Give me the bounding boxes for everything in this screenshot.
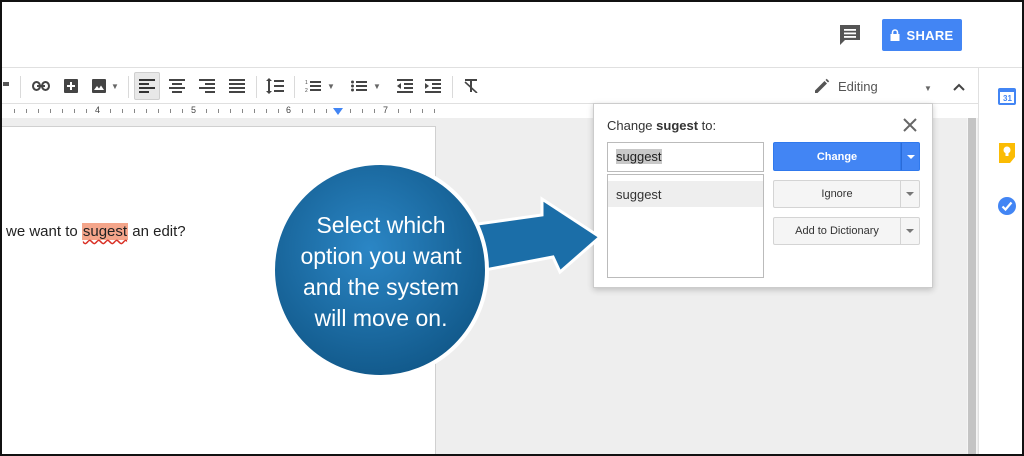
ruler-number: 7 — [383, 105, 389, 115]
ruler-number: 4 — [95, 105, 101, 115]
suggestion-item[interactable]: suggest — [608, 181, 763, 207]
increase-indent-icon[interactable] — [420, 72, 446, 100]
callout-text: Select which option you want and the sys… — [274, 210, 488, 334]
callout-line: and the system — [303, 274, 459, 300]
chevron-down-icon: ▼ — [373, 81, 381, 91]
title-prefix: Change — [607, 118, 657, 133]
callout-line: Select which — [316, 212, 446, 238]
share-button[interactable]: SHARE — [882, 19, 962, 51]
replacement-input-value: suggest — [616, 149, 662, 164]
paint-format-icon[interactable] — [2, 72, 12, 100]
change-options-button[interactable] — [901, 142, 920, 171]
callout-line: will move on. — [314, 305, 448, 331]
suggestion-list: suggest — [607, 174, 764, 278]
document-text[interactable]: we want to sugest an edit? — [6, 223, 186, 240]
comment-icon[interactable] — [838, 24, 862, 46]
pencil-icon — [815, 78, 830, 93]
callout-line: option you want — [300, 243, 462, 269]
numbered-list-button[interactable]: 12 ▼ — [300, 72, 340, 100]
chevron-down-icon: ▼ — [327, 81, 335, 91]
insert-image-button[interactable]: ▼ — [88, 72, 122, 100]
dictionary-options-button[interactable] — [901, 217, 920, 245]
toolbar-divider — [256, 76, 257, 98]
lock-icon — [890, 29, 900, 41]
add-to-dictionary-button[interactable]: Add to Dictionary — [773, 217, 901, 245]
screenshot-frame: SHARE ▼ 1 2 ▼ ▼ Editing ▼ 4 5 6 7 we wan… — [0, 0, 1024, 456]
bulleted-list-icon — [351, 80, 368, 92]
dialog-title: Change sugest to: — [607, 118, 716, 133]
numbered-list-icon: 12 — [305, 80, 322, 93]
collapse-toolbar-icon[interactable] — [946, 74, 972, 100]
text-before: we want to — [6, 223, 82, 240]
clear-formatting-icon[interactable] — [458, 72, 484, 100]
align-center-icon[interactable] — [164, 72, 190, 100]
align-right-icon[interactable] — [194, 72, 220, 100]
spellcheck-dialog: Change sugest to: suggest suggest Change… — [593, 103, 933, 288]
chevron-down-icon — [906, 229, 914, 233]
editing-mode-button[interactable]: Editing — [814, 68, 878, 104]
calendar-icon[interactable]: 31 — [997, 86, 1019, 108]
link-icon[interactable] — [28, 72, 54, 100]
side-panel: 31 — [978, 68, 1022, 454]
keep-icon[interactable] — [997, 142, 1019, 164]
toolbar-divider — [294, 76, 295, 98]
tasks-icon[interactable] — [997, 196, 1019, 218]
toolbar-divider — [128, 76, 129, 98]
misspelled-word[interactable]: sugest — [81, 223, 129, 240]
svg-text:2: 2 — [305, 88, 308, 93]
svg-text:31: 31 — [1003, 94, 1012, 103]
close-icon[interactable] — [902, 117, 918, 133]
image-icon — [92, 79, 107, 93]
vertical-scrollbar[interactable] — [967, 118, 977, 454]
chevron-down-icon: ▼ — [111, 81, 119, 91]
svg-text:1: 1 — [305, 80, 308, 86]
chevron-down-icon — [906, 192, 914, 196]
ruler-number: 6 — [286, 105, 292, 115]
title-word: sugest — [656, 118, 699, 133]
title-suffix: to: — [698, 118, 717, 133]
bulleted-list-button[interactable]: ▼ — [346, 72, 386, 100]
scrollbar-thumb[interactable] — [968, 118, 976, 454]
toolbar-divider — [20, 76, 21, 98]
decrease-indent-icon[interactable] — [392, 72, 418, 100]
align-justify-icon[interactable] — [224, 72, 250, 100]
ruler-number: 5 — [191, 105, 197, 115]
ignore-button[interactable]: Ignore — [773, 180, 901, 208]
share-label: SHARE — [906, 27, 954, 43]
text-after: an edit? — [128, 223, 186, 240]
editing-mode-label: Editing — [838, 78, 878, 94]
align-left-icon[interactable] — [134, 72, 160, 100]
line-spacing-icon[interactable] — [262, 72, 288, 100]
replacement-input[interactable]: suggest — [607, 142, 764, 172]
ruler: 4 5 6 7 — [2, 104, 448, 118]
change-button[interactable]: Change — [773, 142, 901, 171]
toolbar-divider — [452, 76, 453, 98]
chevron-down-icon[interactable]: ▼ — [924, 84, 932, 93]
chevron-down-icon — [906, 154, 915, 159]
ignore-options-button[interactable] — [901, 180, 920, 208]
insert-comment-icon[interactable] — [58, 72, 84, 100]
app-header: SHARE — [2, 2, 1022, 68]
right-indent-marker[interactable] — [333, 108, 343, 115]
